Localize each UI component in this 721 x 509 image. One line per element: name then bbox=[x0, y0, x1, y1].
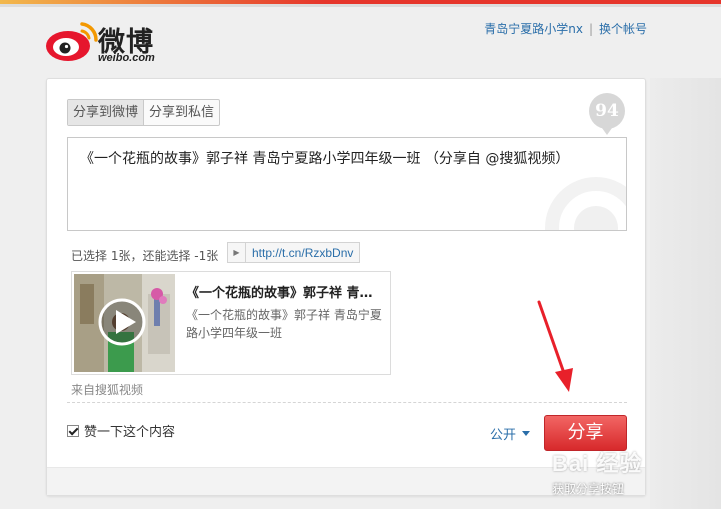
logo-wordmark-en: weibo.com bbox=[98, 52, 155, 64]
switch-account-link[interactable]: 换个帐号 bbox=[599, 22, 647, 36]
tab-share-to-private-message[interactable]: 分享到私信 bbox=[144, 100, 219, 125]
page-side-background bbox=[650, 78, 721, 509]
chevron-down-icon bbox=[522, 431, 531, 436]
source-label: 来自搜狐视频 bbox=[71, 383, 144, 397]
share-button[interactable]: 分享 bbox=[544, 415, 627, 451]
account-bar: 青岛宁夏路小学nx | 换个帐号 bbox=[484, 20, 647, 37]
like-label: 赞一下这个内容 bbox=[84, 425, 176, 440]
play-icon: ▶ bbox=[228, 243, 246, 262]
account-separator: | bbox=[588, 22, 593, 36]
share-target-tabs: 分享到微博 分享到私信 bbox=[67, 99, 221, 126]
short-link-url: http://t.cn/RzxbDnv bbox=[252, 245, 354, 260]
share-dialog: 分享到微博 分享到私信 94 《一个花瓶的故事》郭子祥 青岛宁夏路小学四年级一班… bbox=[46, 78, 646, 496]
account-name-link[interactable]: 青岛宁夏路小学nx bbox=[484, 22, 583, 36]
visibility-label: 公开 bbox=[490, 428, 517, 443]
card-title: 《一个花瓶的故事》郭子祥 青岛宁夏路小学四年级一班 bbox=[186, 286, 382, 301]
weibo-watermark-icon bbox=[545, 177, 626, 230]
share-text-input[interactable]: 《一个花瓶的故事》郭子祥 青岛宁夏路小学四年级一班 （分享自 @搜狐视频） bbox=[67, 137, 627, 231]
annotation-arrow-icon bbox=[537, 300, 573, 392]
short-link-button[interactable]: ▶ http://t.cn/RzxbDnv bbox=[227, 242, 361, 263]
video-preview-card[interactable]: 《一个花瓶的故事》郭子祥 青岛宁夏路小学四年级一班 《一个花瓶的故事》郭子祥 青… bbox=[71, 271, 391, 375]
remaining-chars-badge: 94 bbox=[589, 93, 625, 135]
like-checkbox[interactable] bbox=[67, 424, 79, 437]
visibility-dropdown[interactable]: 公开 bbox=[490, 424, 531, 443]
share-text-value: 《一个花瓶的故事》郭子祥 青岛宁夏路小学四年级一班 （分享自 @搜狐视频） bbox=[80, 151, 570, 167]
dashed-divider bbox=[67, 402, 627, 403]
image-selection-info: 已选择 1张，还能选择 -1张 bbox=[71, 249, 219, 263]
top-stripe-shadow bbox=[0, 4, 721, 7]
tab-share-to-weibo[interactable]: 分享到微博 bbox=[68, 100, 145, 125]
video-thumbnail-image bbox=[74, 274, 175, 372]
like-option[interactable]: 赞一下这个内容 bbox=[67, 421, 175, 440]
dialog-footer-band bbox=[47, 467, 645, 495]
card-description: 《一个花瓶的故事》郭子祥 青岛宁夏路小学四年级一班 bbox=[186, 308, 382, 340]
video-thumbnail[interactable] bbox=[74, 274, 175, 372]
